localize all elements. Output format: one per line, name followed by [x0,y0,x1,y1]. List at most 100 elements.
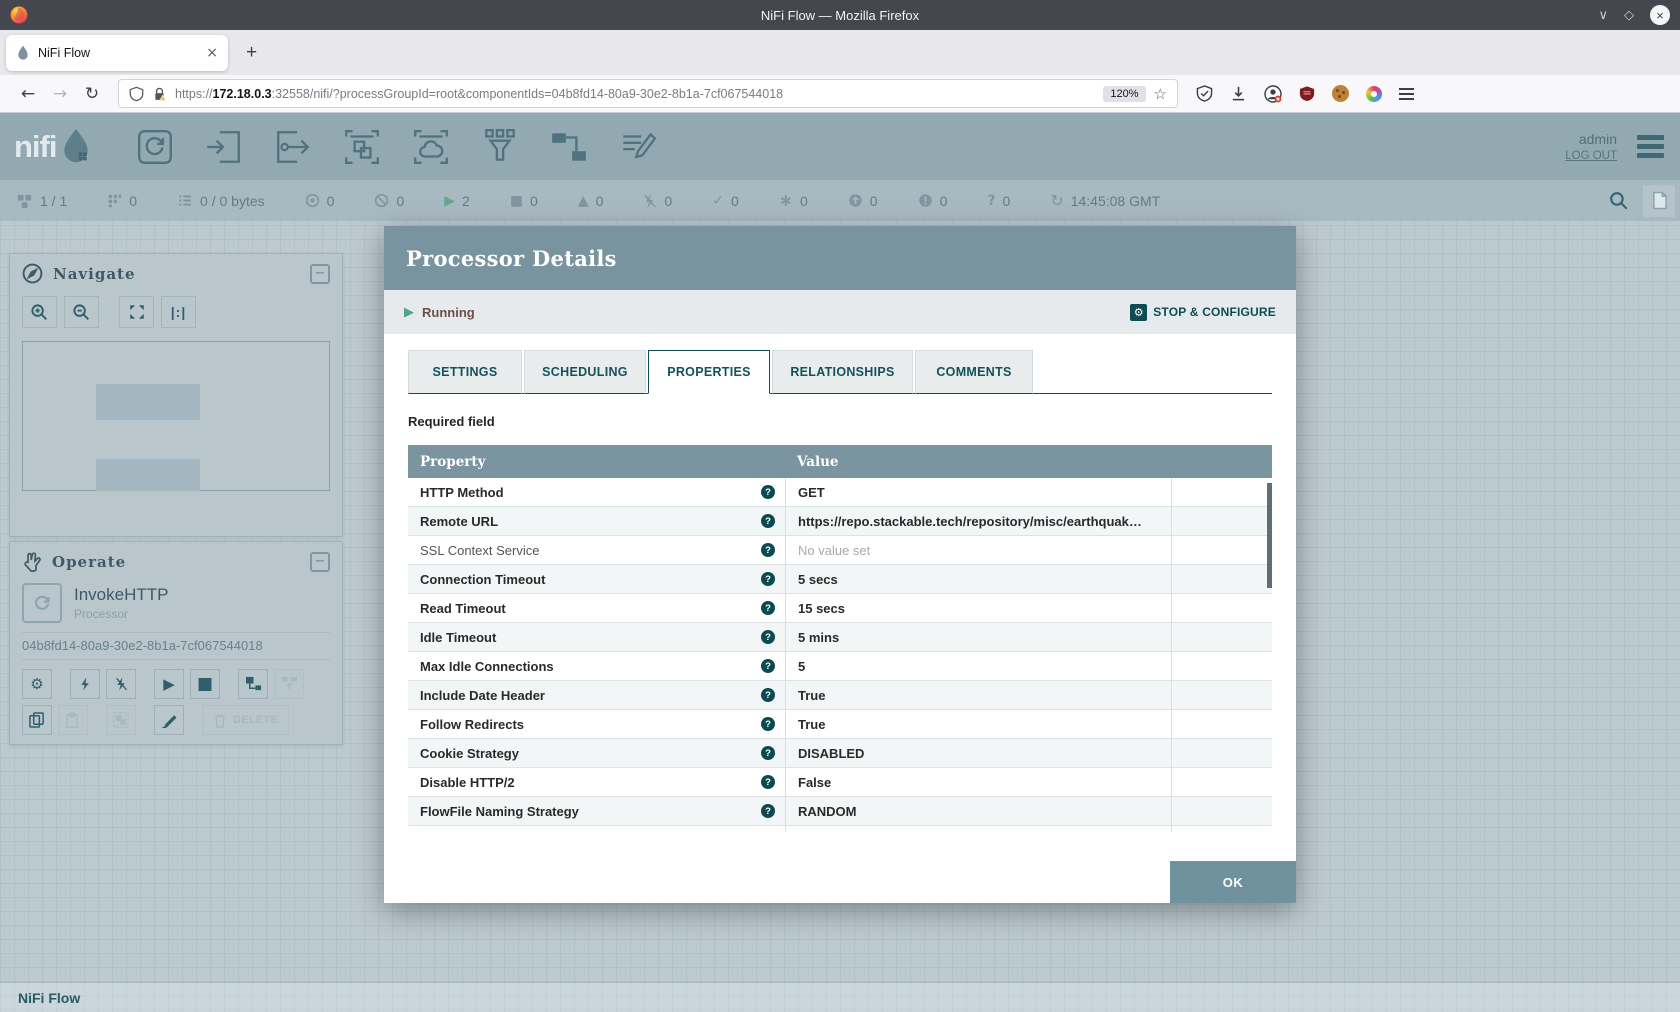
minimize-icon[interactable]: ∨ [1598,8,1608,23]
tab-scheduling[interactable]: SCHEDULING [524,350,646,394]
template-icon[interactable] [549,127,589,167]
table-row-clipped [408,826,1272,832]
downloads-icon[interactable] [1230,85,1247,102]
stop-button[interactable]: ■ [190,669,220,699]
group-button[interactable] [106,705,136,735]
output-port-icon[interactable] [273,127,313,167]
process-group-icon[interactable] [342,127,382,167]
cookie-icon[interactable] [1332,85,1349,102]
tab-comments[interactable]: COMMENTS [915,350,1033,394]
menu-hamburger-icon[interactable] [1399,88,1414,100]
help-icon[interactable]: ? [761,572,775,586]
help-icon[interactable]: ? [761,659,775,673]
help-icon[interactable]: ? [761,775,775,789]
help-icon[interactable]: ? [761,601,775,615]
help-icon[interactable]: ? [761,485,775,499]
funnel-icon[interactable] [480,127,520,167]
nifi-logo: nifi [14,127,93,167]
table-row: FlowFile Naming Strategy? RANDOM [408,797,1272,826]
dialog-status-bar: ▶ Running ⚙ STOP & CONFIGURE [384,290,1296,334]
ublock-icon[interactable] [1299,85,1315,102]
required-field-note: Required field [408,414,1272,429]
tab-relationships[interactable]: RELATIONSHIPS [772,350,913,394]
dialog-tabs: SETTINGS SCHEDULING PROPERTIES RELATIONS… [408,350,1272,394]
table-row: HTTP Method? GET [408,478,1272,507]
threads-count: 0 [129,193,137,209]
stopped-count: 0 [530,193,538,209]
zoom-fit-button[interactable] [119,296,154,328]
stop-and-configure-button[interactable]: ⚙ STOP & CONFIGURE [1130,304,1276,321]
stale-icon [848,193,863,208]
paste-button[interactable] [58,705,88,735]
table-row: Remote URL? https://repo.stackable.tech/… [408,507,1272,536]
label-icon[interactable] [618,127,658,167]
upload-template-button[interactable] [274,669,304,699]
processor-icon[interactable] [135,127,175,167]
table-scrollbar[interactable] [1267,483,1272,588]
navigate-collapse-button[interactable]: − [310,264,330,284]
close-window-icon[interactable]: × [1650,5,1670,25]
locally-modified-stale-count: 0 [940,193,948,209]
extension-pinwheel-icon[interactable] [1366,86,1382,102]
help-icon[interactable]: ? [761,688,775,702]
disable-button[interactable] [106,669,136,699]
table-row: Cookie Strategy? DISABLED [408,739,1272,768]
nifi-header: nifi [0,113,1680,180]
zoom-in-button[interactable] [22,296,57,328]
help-icon[interactable]: ? [761,514,775,528]
color-button[interactable] [154,705,184,735]
refresh-icon[interactable]: ↻ [1050,191,1063,210]
help-icon[interactable]: ? [761,630,775,644]
url-bar[interactable]: https://172.18.0.3:32558/nifi/?processGr… [118,79,1178,108]
pocket-shield-icon[interactable] [1196,85,1213,102]
stopped-icon: ■ [510,193,523,209]
operate-collapse-button[interactable]: − [310,552,330,572]
sync-failure-icon: ? [987,193,995,209]
logout-link[interactable]: LOG OUT [1565,150,1617,162]
tab-settings[interactable]: SETTINGS [408,350,522,394]
new-tab-button[interactable]: + [236,42,267,64]
input-port-icon[interactable] [204,127,244,167]
copy-button[interactable] [22,705,52,735]
start-button[interactable]: ▶ [154,669,184,699]
breadcrumb[interactable]: NiFi Flow [18,990,80,1006]
help-icon[interactable]: ? [761,746,775,760]
threads-icon [107,193,122,208]
search-icon[interactable] [1608,190,1629,211]
locally-modified-icon: ∗ [779,191,793,211]
reload-button[interactable]: ↻ [76,84,108,104]
bookmark-star-icon[interactable]: ☆ [1154,85,1167,103]
zoom-actual-button[interactable]: |:| [161,296,196,328]
not-transmitting-icon [374,193,389,208]
url-text[interactable]: https://172.18.0.3:32558/nifi/?processGr… [175,87,1095,101]
minimap-component [96,384,200,420]
last-refresh-time: 14:45:08 GMT [1071,193,1161,209]
birdseye-minimap[interactable] [22,341,330,491]
save-template-button[interactable] [238,669,268,699]
account-icon[interactable] [1264,85,1282,103]
birdseye-toggle-button[interactable] [1643,185,1675,217]
maximize-icon[interactable]: ◇ [1624,8,1634,23]
tab-properties[interactable]: PROPERTIES [648,350,770,394]
enable-button[interactable] [70,669,100,699]
configure-button[interactable]: ⚙ [22,669,52,699]
zoom-level-badge[interactable]: 120% [1103,86,1145,102]
column-header-property: Property [408,454,785,470]
zoom-out-button[interactable] [64,296,99,328]
global-menu-icon[interactable] [1637,135,1664,158]
help-icon[interactable]: ? [761,543,775,557]
delete-button[interactable]: DELETE [202,705,289,735]
sync-failure-count: 0 [1003,193,1011,209]
forward-button[interactable]: → [44,84,76,104]
tracking-shield-icon[interactable] [129,86,144,102]
help-icon[interactable]: ? [761,717,775,731]
help-icon[interactable]: ? [761,804,775,818]
tab-nifi-flow[interactable]: NiFi Flow × [6,35,228,71]
back-button[interactable]: ← [12,84,44,104]
ok-button[interactable]: OK [1170,861,1296,903]
tab-bar: NiFi Flow × + [0,30,1680,75]
remote-process-group-icon[interactable] [411,127,451,167]
lock-warning-icon[interactable] [152,86,167,102]
tab-close-icon[interactable]: × [206,45,218,61]
stop-configure-gear-icon: ⚙ [1130,304,1147,321]
